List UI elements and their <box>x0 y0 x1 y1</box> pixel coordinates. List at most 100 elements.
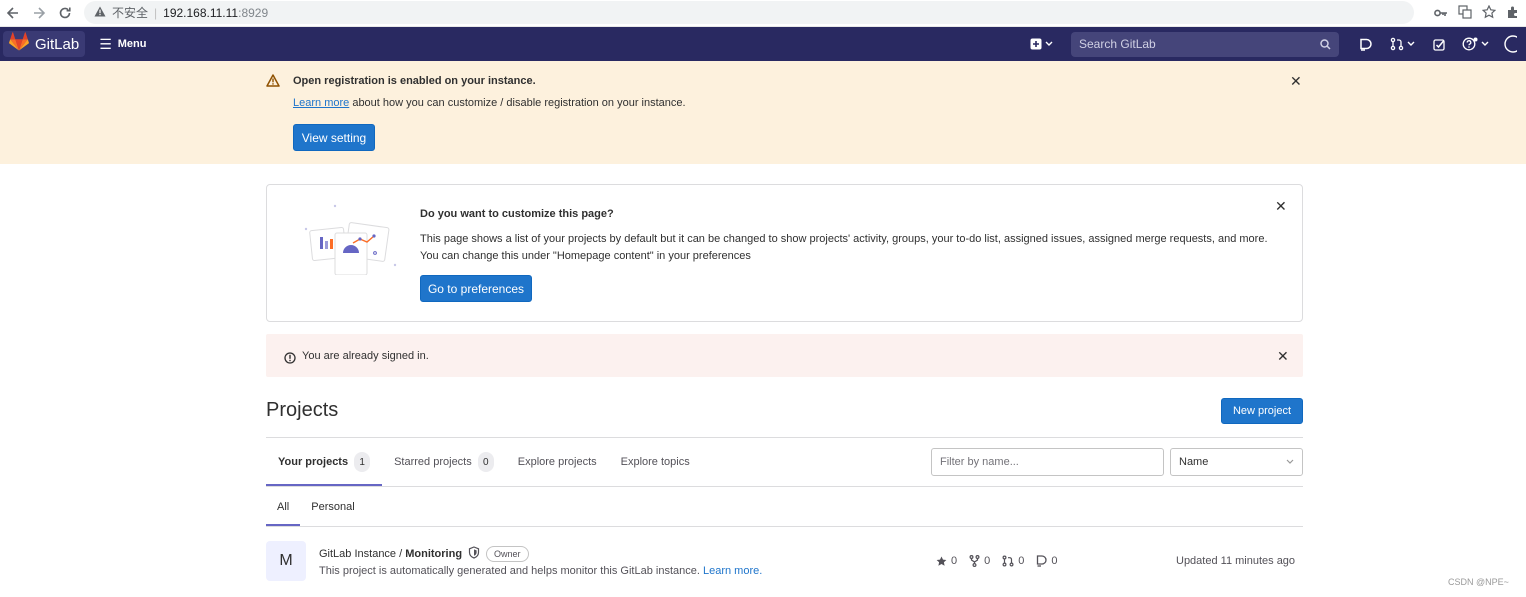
learn-more-link[interactable]: Learn more. <box>703 565 762 577</box>
stat-value: 0 <box>951 555 958 567</box>
gitlab-logo-icon <box>9 32 29 56</box>
subtab-all[interactable]: All <box>266 487 301 526</box>
chevron-down-icon <box>1286 457 1294 468</box>
sort-select[interactable]: Name <box>1170 448 1303 476</box>
issues-count[interactable]: 0 <box>1036 555 1058 567</box>
close-icon[interactable]: ✕ <box>1275 198 1287 215</box>
warning-icon <box>94 6 106 20</box>
plus-square-icon <box>1030 38 1042 50</box>
project-tabs: Your projects 1 Starred projects 0 Explo… <box>266 438 702 486</box>
project-title-row: GitLab Instance / Monitoring Owner <box>319 546 529 562</box>
project-description-text: This project is automatically generated … <box>319 565 703 577</box>
project-namespace: GitLab Instance / <box>319 548 406 560</box>
project-description: This project is automatically generated … <box>319 565 762 577</box>
reload-icon[interactable] <box>52 0 78 26</box>
key-icon[interactable] <box>1434 6 1448 21</box>
subtab-personal[interactable]: Personal <box>300 487 365 526</box>
tab-explore-projects[interactable]: Explore projects <box>506 438 609 486</box>
translate-icon[interactable] <box>1458 5 1472 22</box>
extensions-icon[interactable] <box>1506 5 1520 22</box>
address-host: 192.168.11.11 <box>163 5 239 20</box>
merge-request-icon <box>1002 555 1014 567</box>
issues-icon <box>1360 38 1372 51</box>
divider <box>266 526 1303 527</box>
merge-requests-count[interactable]: 0 <box>1002 555 1024 567</box>
main-menu-button[interactable]: ☰ Menu <box>99 36 146 53</box>
browser-actions <box>1434 0 1526 27</box>
sort-value: Name <box>1179 456 1209 468</box>
stat-value: 0 <box>1051 555 1058 567</box>
back-icon[interactable] <box>0 0 26 26</box>
stars-count[interactable]: 0 <box>936 555 957 567</box>
bookmark-star-icon[interactable] <box>1481 4 1497 22</box>
updated-timestamp: Updated 11 minutes ago <box>1176 555 1296 567</box>
project-link[interactable]: GitLab Instance / Monitoring <box>319 548 462 560</box>
tab-explore-topics[interactable]: Explore topics <box>609 438 702 486</box>
insecure-label: 不安全 <box>112 6 149 20</box>
todos-button[interactable] <box>1433 38 1446 51</box>
gitlab-home-link[interactable]: GitLab <box>3 31 86 57</box>
user-avatar-icon <box>1504 35 1517 53</box>
tab-label: Your projects <box>278 456 349 468</box>
view-setting-button[interactable]: View setting <box>293 124 375 151</box>
project-stats: 0 0 0 0 <box>936 555 1058 567</box>
divider <box>266 486 1303 487</box>
new-dropdown-button[interactable] <box>1030 38 1053 50</box>
registration-body-text: about how you can customize / disable re… <box>349 97 686 109</box>
learn-more-link[interactable]: Learn more <box>293 97 349 109</box>
warning-icon <box>266 74 280 88</box>
registration-title: Open registration is enabled on your ins… <box>293 75 536 87</box>
tab-label: Starred projects <box>394 456 472 468</box>
customize-illustration <box>304 204 397 275</box>
user-avatar-button[interactable] <box>1503 35 1517 53</box>
address-bar[interactable]: 不安全 | 192.168.11.11 :8929 <box>84 1 1414 24</box>
close-icon[interactable]: ✕ <box>1277 348 1289 365</box>
topbar-right: Search GitLab <box>1030 27 1517 61</box>
go-to-preferences-button[interactable]: Go to preferences <box>420 275 532 302</box>
customize-description: This page shows a list of your projects … <box>420 233 1268 262</box>
forks-count[interactable]: 0 <box>969 555 990 567</box>
help-icon <box>1462 37 1478 51</box>
project-name: Monitoring <box>405 548 463 560</box>
address-separator: | <box>154 5 158 20</box>
star-icon <box>936 556 947 566</box>
chevron-down-icon <box>1407 41 1415 46</box>
role-badge: Owner <box>486 546 529 562</box>
close-icon[interactable]: ✕ <box>1290 73 1302 90</box>
tab-label: Explore projects <box>517 456 597 468</box>
customize-title: Do you want to customize this page? <box>420 208 614 220</box>
stat-value: 0 <box>984 555 991 567</box>
issues-icon <box>1037 555 1048 567</box>
main-menu-label: Menu <box>117 38 147 50</box>
merge-request-icon <box>1390 37 1404 51</box>
page-title: Projects <box>266 399 339 421</box>
hamburger-icon: ☰ <box>99 35 112 52</box>
tab-label: Explore topics <box>620 456 690 468</box>
tab-your-projects[interactable]: Your projects 1 <box>266 438 383 486</box>
help-button[interactable] <box>1462 37 1489 51</box>
browser-toolbar: 不安全 | 192.168.11.11 :8929 <box>0 0 1526 27</box>
forward-icon[interactable] <box>26 0 52 26</box>
todo-checkbox-icon <box>1433 38 1445 51</box>
count-badge: 0 <box>477 452 494 472</box>
watermark: CSDN @NPE~ <box>1448 577 1509 587</box>
shield-icon <box>468 546 480 562</box>
search-placeholder: Search GitLab <box>1079 37 1156 51</box>
new-project-button[interactable]: New project <box>1221 398 1303 424</box>
fork-icon <box>969 555 980 567</box>
address-port: :8929 <box>238 5 269 20</box>
gitlab-topbar: GitLab ☰ Menu Search GitLab <box>0 27 1526 61</box>
tab-starred-projects[interactable]: Starred projects 0 <box>382 438 506 486</box>
issues-button[interactable] <box>1359 38 1372 51</box>
merge-requests-button[interactable] <box>1390 37 1415 51</box>
count-badge: 1 <box>354 452 371 472</box>
signed-in-alert: You are already signed in. ✕ <box>266 334 1303 377</box>
filter-by-name-input[interactable] <box>931 448 1164 476</box>
gitlab-logo-text: GitLab <box>35 35 80 53</box>
info-circle-icon <box>284 351 296 364</box>
registration-body: Learn more about how you can customize /… <box>293 97 686 109</box>
search-gitlab-input[interactable]: Search GitLab <box>1071 31 1339 57</box>
project-avatar[interactable]: M <box>266 541 306 581</box>
chevron-down-icon <box>1045 41 1053 46</box>
stat-value: 0 <box>1018 555 1025 567</box>
